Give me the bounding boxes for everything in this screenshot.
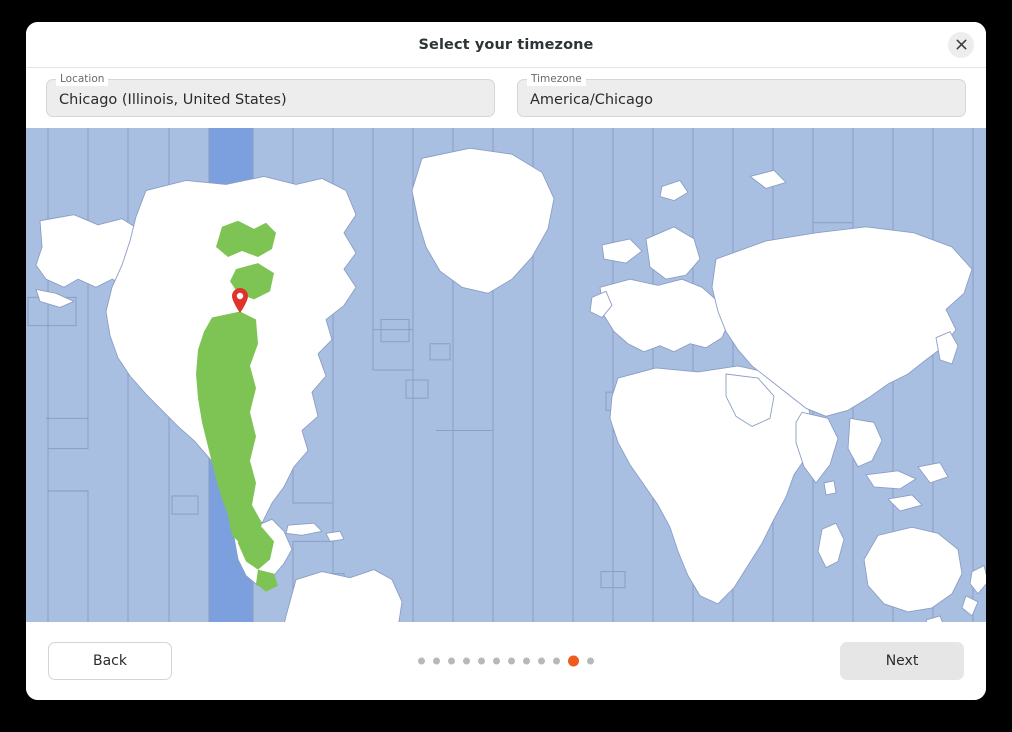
- world-timezone-map[interactable]: [26, 128, 986, 622]
- location-field[interactable]: Location Chicago (Illinois, United State…: [46, 73, 495, 117]
- timezone-dialog-window: Select your timezone Location Chicago (I…: [26, 22, 986, 700]
- progress-dot[interactable]: [463, 657, 470, 665]
- dialog-titlebar: Select your timezone: [26, 22, 986, 68]
- next-button[interactable]: Next: [840, 642, 964, 680]
- progress-dot[interactable]: [508, 657, 515, 665]
- timezone-field[interactable]: Timezone America/Chicago: [517, 73, 966, 117]
- back-button[interactable]: Back: [48, 642, 172, 680]
- timezone-input[interactable]: America/Chicago: [530, 89, 653, 108]
- dialog-footer: Back Next: [26, 622, 986, 700]
- progress-dot[interactable]: [523, 657, 530, 665]
- close-button[interactable]: [948, 31, 974, 58]
- progress-dot[interactable]: [448, 657, 455, 665]
- close-icon: [956, 39, 967, 50]
- page-title: Select your timezone: [418, 36, 594, 53]
- progress-dot-active[interactable]: [568, 655, 579, 667]
- progress-dot[interactable]: [493, 657, 500, 665]
- fields-row: Location Chicago (Illinois, United State…: [26, 68, 986, 128]
- progress-dot[interactable]: [587, 657, 594, 665]
- progress-dot[interactable]: [538, 657, 545, 665]
- timezone-field-label: Timezone: [527, 73, 586, 86]
- progress-dot[interactable]: [553, 657, 560, 665]
- location-field-label: Location: [56, 73, 109, 86]
- progress-dot[interactable]: [433, 657, 440, 665]
- world-map-svg[interactable]: [26, 128, 986, 622]
- progress-dot[interactable]: [418, 657, 425, 665]
- location-input[interactable]: Chicago (Illinois, United States): [59, 89, 287, 108]
- screen: Select your timezone Location Chicago (I…: [0, 0, 1012, 732]
- progress-dot[interactable]: [478, 657, 485, 665]
